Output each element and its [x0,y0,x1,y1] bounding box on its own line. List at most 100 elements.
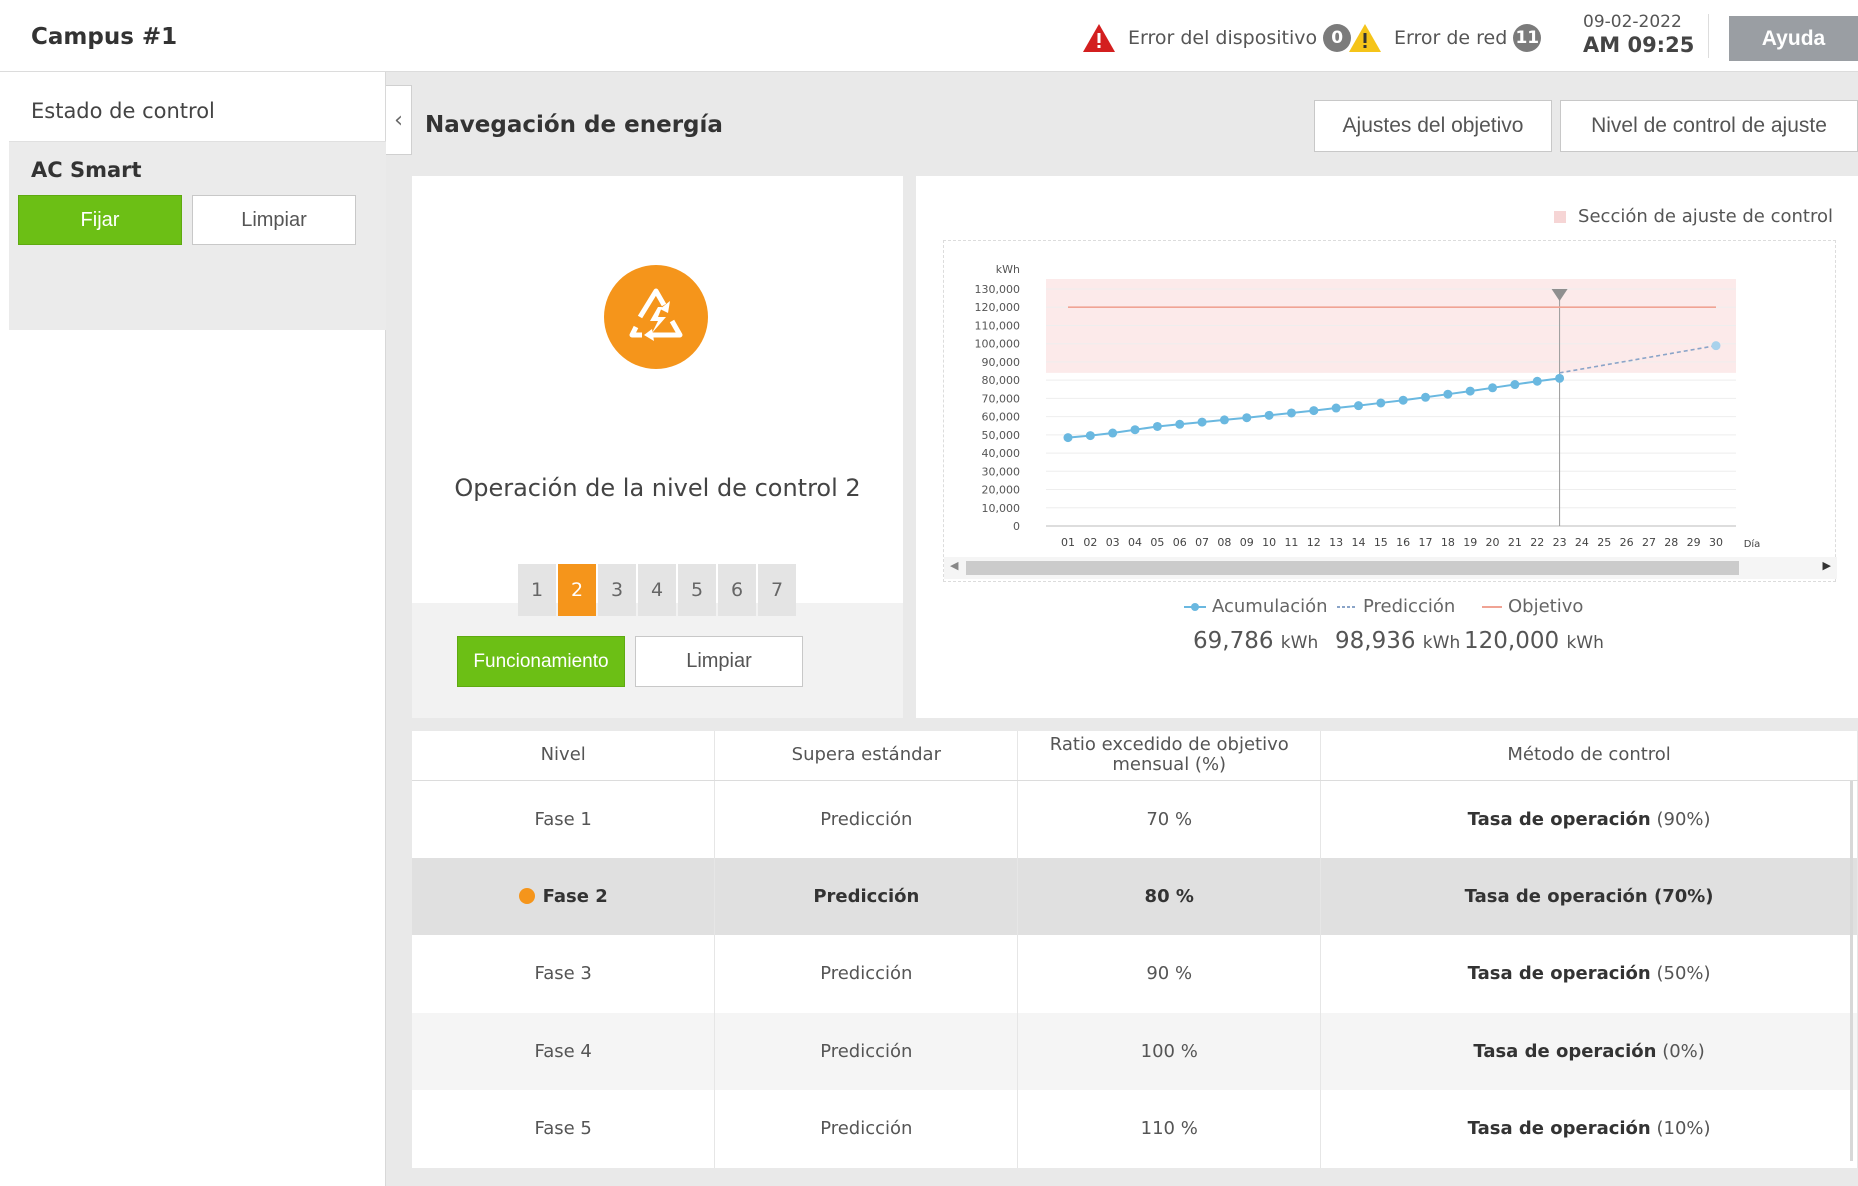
table-row[interactable]: Fase 5 Predicción 110 % Tasa de operació… [412,1090,1858,1168]
accumulation-point [1242,413,1252,423]
device-error-indicator[interactable]: Error del dispositivo 0 [1082,23,1352,53]
target-total-unit: kWh [1566,633,1604,653]
y-tick-label: 60,000 [982,411,1021,424]
method-percent: (10%) [1656,1118,1711,1140]
accumulation-point [1175,419,1185,429]
accumulation-point [1555,373,1565,383]
control-level-table: Nivel Supera estándar Ratio excedido de … [412,731,1858,1168]
legend-accumulation: Acumulación [1184,596,1328,617]
target-total-value: 120,000 [1464,628,1560,654]
x-tick-label: 18 [1441,536,1455,549]
set-button[interactable]: Fijar [18,195,182,245]
method-label: Tasa de operación [1467,963,1651,985]
warning-triangle-icon [1349,24,1381,52]
legend-target-label: Objetivo [1508,596,1584,617]
clear-button[interactable]: Limpiar [192,195,356,245]
table-scrollbar[interactable] [1850,781,1853,1161]
level-option-1[interactable]: 1 [518,564,556,616]
clear-level-button[interactable]: Limpiar [635,636,803,687]
x-tick-label: 07 [1195,536,1209,549]
x-tick-label: 21 [1508,536,1522,549]
control-level-settings-button[interactable]: Nivel de control de ajuste [1560,100,1858,152]
accumulation-total-unit: kWh [1280,633,1319,653]
cell-level-text: Fase 2 [542,885,608,907]
cell-level: Fase 4 [412,1012,716,1090]
y-tick-label: 10,000 [982,502,1021,515]
x-tick-label: 10 [1262,536,1276,549]
method-label: Tasa de operación [1467,1118,1651,1140]
x-tick-label: 01 [1061,536,1075,549]
legend-accumulation-label: Acumulación [1212,596,1328,617]
cell-level: Fase 1 [412,780,716,858]
accumulation-point [1353,401,1363,411]
table-row[interactable]: Fase 1 Predicción 70 % Tasa de operación… [412,780,1858,858]
network-error-indicator[interactable]: Error de red 11 [1348,23,1542,53]
prediction-total-unit: kWh [1422,633,1461,653]
control-section-swatch [1554,210,1567,223]
chart-scroll-thumb[interactable] [966,561,1739,575]
level-option-4[interactable]: 4 [638,564,676,616]
cell-standard: Predicción [714,935,1019,1013]
y-tick-label: 70,000 [982,392,1021,405]
method-percent: (50%) [1656,963,1711,985]
method-label: Tasa de operación [1473,1040,1657,1062]
x-tick-label: 16 [1396,536,1410,549]
table-row[interactable]: Fase 4 Predicción 100 % Tasa de operació… [412,1012,1858,1090]
prediction-total-value: 98,936 [1335,628,1416,654]
table-row[interactable]: Fase 3 Predicción 90 % Tasa de operación… [412,935,1858,1013]
collapse-sidebar-button[interactable]: ‹ [386,85,412,155]
level-option-6[interactable]: 6 [718,564,756,616]
x-tick-label: 14 [1351,536,1365,549]
level-option-7[interactable]: 7 [758,564,796,616]
prediction-point [1711,341,1721,351]
x-tick-label: 25 [1597,536,1611,549]
x-tick-label: 09 [1240,536,1254,549]
cell-standard: Predicción [714,780,1019,858]
x-tick-label: 02 [1083,536,1097,549]
accumulation-point [1309,406,1319,416]
accumulation-point [1421,392,1431,402]
scroll-right-icon[interactable]: ▶ [1823,559,1831,572]
cell-method: Tasa de operación (90%) [1320,780,1858,858]
control-level-selector: 1 2 3 4 5 6 7 [518,564,796,616]
control-section-label: Sección de ajuste de control [1578,206,1833,227]
y-tick-label: 100,000 [975,338,1021,351]
x-tick-label: 24 [1575,536,1589,549]
cell-method: Tasa de operación (0%) [1320,1012,1858,1090]
accumulation-point [1152,421,1162,431]
accumulation-point [1286,408,1296,418]
target-total: 120,000 kWh [1464,628,1604,654]
scroll-left-icon[interactable]: ◀ [950,559,958,572]
accumulation-point [1376,398,1386,408]
sidebar: Estado de control AC Smart Fijar Limpiar [0,72,386,1186]
method-percent: (70%) [1654,885,1714,907]
table-header-row: Nivel Supera estándar Ratio excedido de … [412,731,1858,781]
accumulation-point [1331,403,1341,413]
cell-method: Tasa de operación (10%) [1320,1090,1858,1168]
chart-scrollbar[interactable]: ◀ ▶ [944,557,1837,579]
cell-standard: Predicción [714,1090,1019,1168]
x-tick-label: 15 [1374,536,1388,549]
level-option-3[interactable]: 3 [598,564,636,616]
chevron-left-icon: ‹ [394,107,403,133]
accumulation-total-value: 69,786 [1193,628,1274,654]
level-option-5[interactable]: 5 [678,564,716,616]
main-content: ‹ Navegación de energía Ajustes del obje… [386,72,1858,1186]
column-header-ratio: Ratio excedido de objetivo mensual (%) [1017,731,1322,781]
chart-panel: Sección de ajuste de control 130,000 120,… [916,176,1858,718]
y-tick-label: 0 [1013,520,1020,533]
x-tick-label: 03 [1106,536,1120,549]
cell-standard: Predicción [714,857,1019,935]
accumulation-point [1085,431,1095,441]
level-option-2[interactable]: 2 [558,564,596,616]
method-percent: (90%) [1656,808,1711,830]
device-error-label: Error del dispositivo [1128,27,1318,49]
prediction-total: 98,936 kWh [1335,628,1460,654]
operation-title: Operación de la nivel de control 2 [454,474,861,502]
target-settings-button[interactable]: Ajustes del objetivo [1314,100,1552,152]
cell-method: Tasa de operación (70%) [1320,857,1858,935]
x-tick-label: 08 [1217,536,1231,549]
run-button[interactable]: Funcionamiento [457,636,625,687]
help-button[interactable]: Ayuda [1729,16,1858,61]
table-row-selected[interactable]: Fase 2 Predicción 80 % Tasa de operación… [412,857,1858,935]
